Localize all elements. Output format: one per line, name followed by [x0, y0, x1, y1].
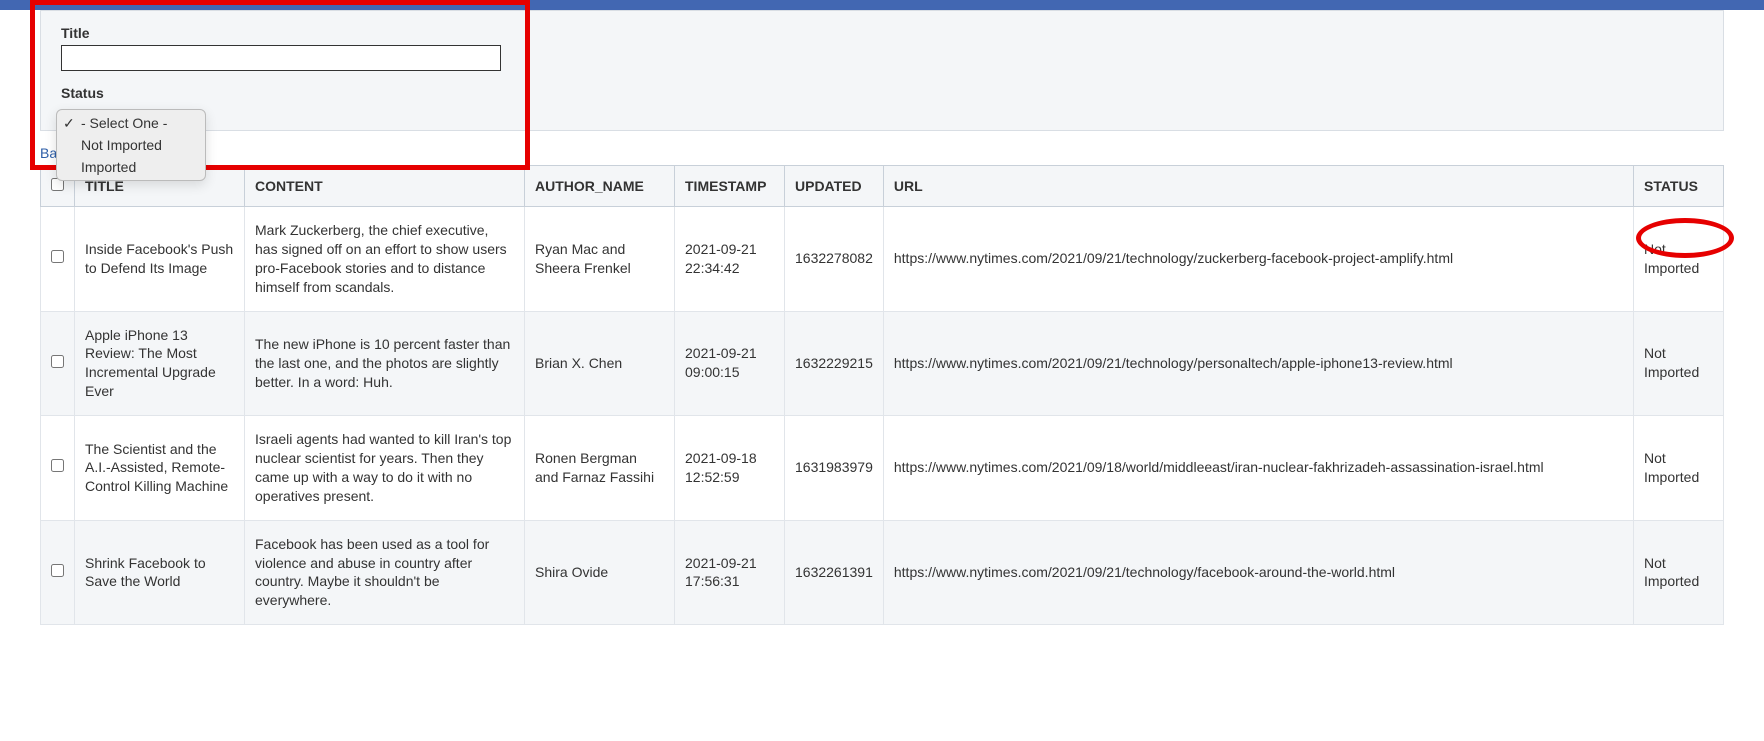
row-author: Shira Ovide [525, 520, 675, 625]
row-status: Not Imported [1634, 520, 1724, 625]
row-title: The Scientist and the A.I.-Assisted, Rem… [75, 416, 245, 521]
row-url: https://www.nytimes.com/2021/09/21/techn… [883, 520, 1633, 625]
row-updated: 1631983979 [785, 416, 884, 521]
row-author: Ronen Bergman and Farnaz Fassihi [525, 416, 675, 521]
header-url[interactable]: URL [883, 166, 1633, 207]
row-check-cell [41, 520, 75, 625]
row-title: Apple iPhone 13 Review: The Most Increme… [75, 311, 245, 416]
row-timestamp: 2021-09-18 12:52:59 [675, 416, 785, 521]
row-status: Not Imported [1634, 311, 1724, 416]
row-url: https://www.nytimes.com/2021/09/21/techn… [883, 207, 1633, 312]
row-content: Mark Zuckerberg, the chief executive, ha… [245, 207, 525, 312]
status-dropdown[interactable]: - Select One -Not ImportedImported [56, 109, 206, 181]
status-label: Status [61, 85, 1703, 101]
row-content: Facebook has been used as a tool for vio… [245, 520, 525, 625]
table-row: The Scientist and the A.I.-Assisted, Rem… [41, 416, 1724, 521]
row-check-cell [41, 207, 75, 312]
feeds-table: TITLE CONTENT AUTHOR_NAME TIMESTAMP UPDA… [40, 165, 1724, 625]
dropdown-option[interactable]: Not Imported [57, 134, 205, 156]
row-check-cell [41, 416, 75, 521]
header-row: TITLE CONTENT AUTHOR_NAME TIMESTAMP UPDA… [41, 166, 1724, 207]
dropdown-option[interactable]: Imported [57, 156, 205, 178]
filter-panel: Title Status - Select One -Not ImportedI… [40, 10, 1724, 131]
row-timestamp: 2021-09-21 09:00:15 [675, 311, 785, 416]
row-timestamp: 2021-09-21 22:34:42 [675, 207, 785, 312]
dropdown-option[interactable]: - Select One - [57, 112, 205, 134]
table-row: Shrink Facebook to Save the WorldFaceboo… [41, 520, 1724, 625]
row-title: Shrink Facebook to Save the World [75, 520, 245, 625]
title-input[interactable] [61, 45, 501, 71]
row-url: https://www.nytimes.com/2021/09/21/techn… [883, 311, 1633, 416]
row-checkbox[interactable] [51, 564, 64, 577]
row-checkbox[interactable] [51, 355, 64, 368]
row-content: The new iPhone is 10 percent faster than… [245, 311, 525, 416]
header-author[interactable]: AUTHOR_NAME [525, 166, 675, 207]
row-updated: 1632229215 [785, 311, 884, 416]
header-timestamp[interactable]: TIMESTAMP [675, 166, 785, 207]
row-timestamp: 2021-09-21 17:56:31 [675, 520, 785, 625]
table-row: Apple iPhone 13 Review: The Most Increme… [41, 311, 1724, 416]
row-author: Ryan Mac and Sheera Frenkel [525, 207, 675, 312]
row-check-cell [41, 311, 75, 416]
header-content[interactable]: CONTENT [245, 166, 525, 207]
topbar [0, 0, 1764, 10]
header-status[interactable]: STATUS [1634, 166, 1724, 207]
row-url: https://www.nytimes.com/2021/09/18/world… [883, 416, 1633, 521]
table-row: Inside Facebook's Push to Defend Its Ima… [41, 207, 1724, 312]
row-updated: 1632278082 [785, 207, 884, 312]
row-checkbox[interactable] [51, 250, 64, 263]
row-title: Inside Facebook's Push to Defend Its Ima… [75, 207, 245, 312]
header-updated[interactable]: UPDATED [785, 166, 884, 207]
row-content: Israeli agents had wanted to kill Iran's… [245, 416, 525, 521]
row-status: Not Imported [1634, 207, 1724, 312]
row-author: Brian X. Chen [525, 311, 675, 416]
row-status: Not Imported [1634, 416, 1724, 521]
row-checkbox[interactable] [51, 459, 64, 472]
title-label: Title [61, 25, 1703, 41]
row-updated: 1632261391 [785, 520, 884, 625]
